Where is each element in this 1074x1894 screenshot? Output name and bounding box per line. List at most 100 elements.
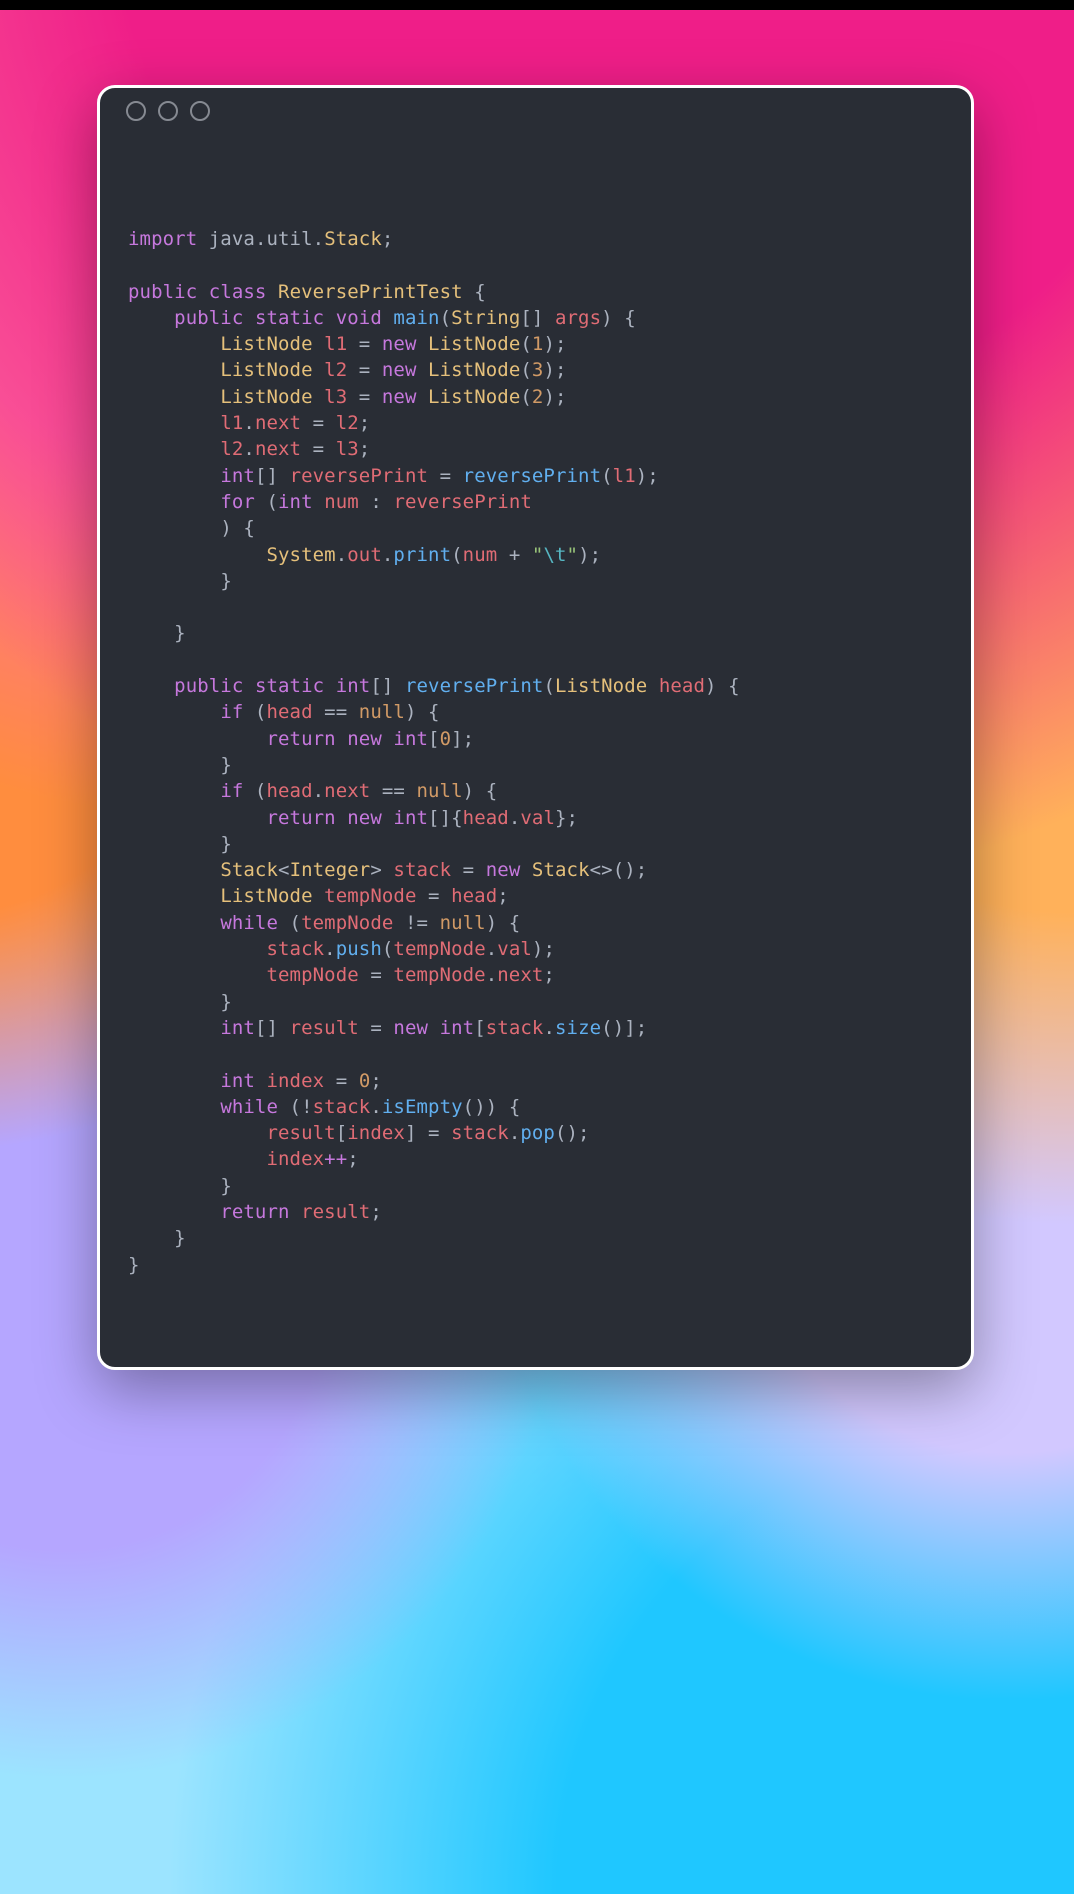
code-token-pun: ; [370, 1070, 382, 1092]
code-token-var: l3 [336, 438, 359, 460]
code-token-kw: return [220, 1201, 289, 1223]
code-token-kw: static [255, 307, 324, 329]
code-token-ty: ListNode [428, 386, 520, 408]
code-token-var: tempNode [324, 885, 416, 907]
code-token-pun: ( [520, 359, 532, 381]
code-token-pun: . [313, 780, 325, 802]
code-token-pun: ) { [463, 780, 498, 802]
code-token-var: stack [393, 859, 451, 881]
code-token-kw: return [266, 728, 335, 750]
code-token-pun: [] [520, 307, 555, 329]
code-token-ty: Stack [532, 859, 590, 881]
code-token-pun: = [451, 859, 486, 881]
code-token-pun: ( [243, 701, 266, 723]
code-token-var: next [324, 780, 370, 802]
code-token-kw: new [486, 859, 521, 881]
code-token-kw: void [336, 307, 382, 329]
code-token-var: index [266, 1070, 324, 1092]
code-token-var: result [290, 1017, 359, 1039]
code-token-pun: ( [243, 780, 266, 802]
code-token-nul: null [359, 701, 405, 723]
code-token-var: args [555, 307, 601, 329]
code-token-pun: } [174, 622, 186, 644]
code-token-var: stack [266, 938, 324, 960]
code-token-ty: System [266, 544, 335, 566]
code-token-pun: ) { [220, 517, 255, 539]
code-token-pun: ) { [705, 675, 740, 697]
code-token-var: index [347, 1122, 405, 1144]
code-token-pun: ); [543, 359, 566, 381]
code-token-kw: while [220, 1096, 278, 1118]
code-token-pun: = [359, 1017, 394, 1039]
code-token-kw: new [393, 1017, 428, 1039]
code-token-pun: ) { [405, 701, 440, 723]
code-editor[interactable]: import java.util.Stack; public class Rev… [100, 88, 971, 1367]
code-token-pun: . [324, 938, 336, 960]
code-token-pun: . [243, 438, 255, 460]
code-token-pun: = [347, 386, 382, 408]
code-token-pun: . [255, 228, 267, 250]
code-token-num: 0 [359, 1070, 371, 1092]
code-token-pun: [ [474, 1017, 486, 1039]
code-token-kw: public [174, 675, 243, 697]
code-token-num: 3 [532, 359, 544, 381]
code-token-pun: ); [532, 938, 555, 960]
code-token-kw: public [174, 307, 243, 329]
code-token-ty: ListNode [428, 333, 520, 355]
code-token-kw: new [382, 386, 417, 408]
code-token-pun: ( [278, 912, 301, 934]
code-token-pun: . [336, 544, 348, 566]
code-token-pun: } [220, 754, 232, 776]
code-token-pun: ]; [451, 728, 474, 750]
code-token-pun: = [324, 1070, 359, 1092]
code-token-pun: = [301, 412, 336, 434]
code-token-fn: isEmpty [382, 1096, 463, 1118]
code-token-pun: [] [255, 1017, 290, 1039]
code-token-pun: = [301, 438, 336, 460]
code-token-var: head [659, 675, 705, 697]
code-token-pun: ()) { [463, 1096, 521, 1118]
code-token-pun: . [486, 964, 498, 986]
code-token-ty: ListNode [220, 333, 312, 355]
code-token-var: l1 [613, 465, 636, 487]
code-token-ty: Integer [290, 859, 371, 881]
code-token-pun: ) { [601, 307, 636, 329]
code-token-pun: = [428, 465, 463, 487]
code-token-var: num [324, 491, 359, 513]
code-token-pun: + [497, 544, 532, 566]
code-token-var: head [266, 780, 312, 802]
code-token-var: out [347, 544, 382, 566]
top-black-bar [0, 0, 1074, 10]
code-token-kw: new [382, 333, 417, 355]
code-token-pun: ) { [486, 912, 521, 934]
code-token-kw: int [220, 1070, 255, 1092]
code-token-pun: . [509, 1122, 521, 1144]
code-token-pun: ( [382, 938, 394, 960]
code-token-fn: main [393, 307, 439, 329]
code-token-pun: . [509, 807, 521, 829]
code-token-pun: } [220, 1175, 232, 1197]
code-token-pun: . [243, 412, 255, 434]
code-token-pun: : [359, 491, 394, 513]
code-token-pun: { [474, 281, 486, 303]
code-token-kw: int [336, 675, 371, 697]
code-token-pun: ( [451, 544, 463, 566]
code-token-kw: while [220, 912, 278, 934]
code-token-pun: . [486, 938, 498, 960]
code-token-var: stack [313, 1096, 371, 1118]
code-token-pun: = [359, 964, 394, 986]
code-token-kw: if [220, 701, 243, 723]
code-token-pun: ; [382, 228, 394, 250]
code-token-pun: ( [255, 491, 278, 513]
code-token-pun: [ [336, 1122, 348, 1144]
code-token-kw: import [128, 228, 197, 250]
code-token-pun: ; [359, 438, 371, 460]
code-token-pun: ( [520, 333, 532, 355]
code-token-var: reversePrint [393, 491, 531, 513]
code-token-kw: return [266, 807, 335, 829]
code-token-kw: for [220, 491, 255, 513]
code-token-var: result [301, 1201, 370, 1223]
code-token-ty: ListNode [555, 675, 647, 697]
code-token-kw: if [220, 780, 243, 802]
code-token-pun: . [382, 544, 394, 566]
